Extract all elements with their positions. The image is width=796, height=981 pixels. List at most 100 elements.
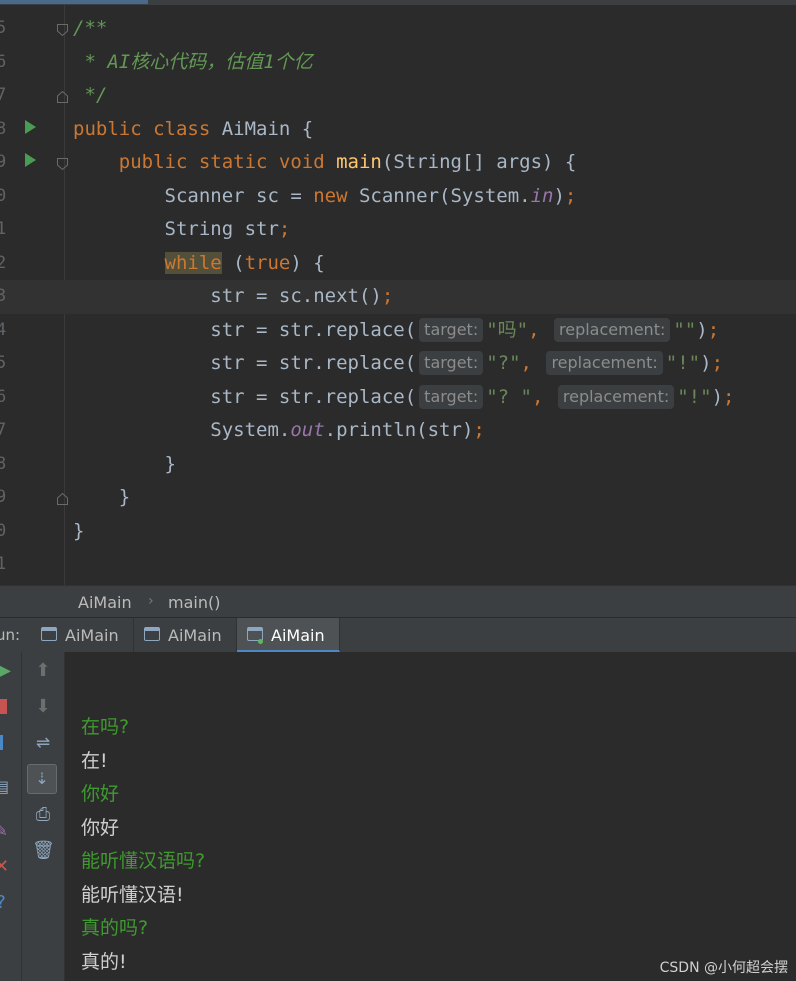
run-gutter-icon[interactable] — [25, 119, 36, 134]
code-text: } — [73, 519, 84, 544]
run-tab-label: AiMain — [271, 626, 325, 645]
code-text: Scanner sc = new Scanner(System.in); — [73, 184, 577, 209]
code-token: /** — [73, 17, 108, 39]
line-number: 5 — [0, 353, 7, 373]
code-line[interactable]: 4 str = str.replace(target: "吗", replacem… — [0, 314, 796, 348]
line-number: 7 — [0, 85, 7, 105]
parameter-hint: target: — [419, 384, 484, 409]
trash-icon[interactable]: 🗑 — [32, 840, 55, 862]
code-line[interactable]: 7 */ — [0, 79, 796, 113]
code-line[interactable]: 2 while (true) { — [0, 247, 796, 281]
code-token: ; — [381, 285, 394, 307]
code-token: } — [73, 519, 85, 542]
code-token: , — [520, 352, 544, 374]
breadcrumb-method[interactable]: main() — [168, 593, 220, 612]
line-number: 6 — [0, 51, 7, 72]
code-token: "?" — [486, 352, 521, 374]
code-line[interactable]: 1 — [0, 548, 796, 582]
code-line[interactable]: 0} — [0, 515, 796, 549]
code-line[interactable]: 1 String str; — [0, 213, 796, 247]
code-line[interactable]: 9 public static void main(String[] args)… — [0, 146, 796, 180]
down-arrow-icon[interactable]: ⬇ — [32, 696, 54, 718]
code-line[interactable]: 5 /** — [0, 12, 796, 46]
soft-wrap-icon[interactable]: ⇌ — [32, 732, 54, 754]
code-line[interactable]: 6 str = str.replace(target: "? ", replace… — [0, 381, 796, 415]
code-token: ) — [553, 184, 565, 207]
line-number: 9 — [0, 487, 7, 507]
code-token: in — [530, 184, 554, 207]
parameter-hint: target: — [419, 317, 484, 342]
code-token: ; — [707, 318, 720, 341]
code-text: public static void main(String[] args) { — [73, 150, 577, 175]
code-token: ( — [221, 251, 245, 274]
line-number: 0 — [0, 185, 7, 206]
code-text: str = str.replace(target: "?", replacemen… — [73, 351, 723, 376]
run-tab-label: AiMain — [65, 626, 119, 645]
run-tab-3-active[interactable]: AiMain — [237, 618, 340, 652]
code-text: str = str.replace(target: "? ", replaceme… — [73, 384, 735, 410]
code-text: } — [73, 452, 176, 477]
line-number: 3 — [0, 286, 7, 306]
line-number: 0 — [0, 520, 7, 541]
code-line[interactable]: 6 * AI核心代码，估值1个亿 — [0, 46, 796, 80]
run-tool-window-header: un: AiMain AiMain AiMain — [0, 617, 796, 653]
run-icon[interactable]: ▶ — [0, 660, 11, 682]
active-editor-tab-indicator — [0, 0, 148, 4]
code-token: ; — [723, 385, 735, 408]
scroll-to-end-icon[interactable]: ⇣ — [27, 764, 57, 794]
code-token: while — [164, 251, 222, 274]
run-actions-toolbar: ▶ ▤ ✎ ✕ ? — [0, 652, 22, 981]
code-token: ; — [473, 419, 485, 441]
run-tab-1[interactable]: AiMain — [31, 618, 134, 652]
close-icon[interactable]: ✕ — [0, 856, 9, 878]
code-token: ) — [700, 352, 712, 374]
up-arrow-icon[interactable]: ⬆ — [32, 660, 54, 682]
running-indicator-icon — [258, 639, 263, 644]
code-token: Scanner(System. — [358, 184, 531, 207]
fold-icon[interactable] — [57, 490, 68, 505]
run-label: un: — [0, 626, 21, 644]
code-line[interactable]: 8 } — [0, 448, 796, 482]
print-icon[interactable]: ⎙ — [32, 804, 54, 826]
code-token: str = str.replace( — [73, 385, 417, 408]
code-line[interactable]: 7 System.out.println(str); — [0, 414, 796, 448]
fold-icon[interactable] — [57, 21, 68, 37]
code-token: out — [290, 419, 325, 441]
code-token: str = str.replace( — [73, 318, 417, 341]
code-token: new — [313, 184, 359, 207]
code-line[interactable]: 5 str = str.replace(target: "?", replacem… — [0, 347, 796, 381]
code-token: ) — [711, 385, 724, 408]
run-gutter-icon[interactable] — [25, 153, 36, 167]
fold-icon[interactable] — [57, 155, 68, 171]
console-input-line: 你好 — [81, 783, 120, 805]
code-token: public static void — [73, 151, 337, 173]
run-tab-2[interactable]: AiMain — [134, 618, 237, 652]
code-text: System.out.println(str); — [73, 418, 485, 443]
code-text: } — [73, 485, 130, 510]
line-number: 1 — [0, 219, 7, 239]
layout-icon[interactable]: ▤ — [0, 776, 9, 798]
breadcrumb-class[interactable]: AiMain — [78, 593, 132, 612]
code-token: str = str.replace( — [73, 352, 417, 374]
settings-icon[interactable]: ✎ — [0, 820, 8, 842]
pause-icon[interactable] — [0, 732, 10, 750]
help-icon[interactable]: ? — [0, 892, 8, 914]
console-input-line: 能听懂汉语吗? — [81, 850, 206, 872]
code-line[interactable]: 9 } — [0, 481, 796, 515]
line-number: 1 — [0, 554, 7, 574]
watermark: CSDN @小何超会摆 — [659, 960, 788, 976]
stop-icon[interactable] — [0, 696, 10, 714]
code-token: public class — [73, 117, 222, 140]
code-token: ; — [711, 352, 724, 374]
code-line[interactable]: 3 str = sc.next(); — [0, 280, 796, 314]
code-line[interactable]: 8 public class AiMain { — [0, 113, 796, 147]
run-console-output[interactable]: 在吗? 在! 你好 你好 能听懂汉语吗? 能听懂汉语! 真的吗? 真的! — [65, 652, 796, 981]
line-number: 4 — [0, 319, 7, 340]
code-token: Scanner sc = — [73, 184, 314, 207]
code-token: */ — [73, 84, 108, 106]
code-line[interactable]: 0 Scanner sc = new Scanner(System.in); — [0, 180, 796, 214]
console-input-line: 在吗? — [81, 716, 130, 738]
fold-icon[interactable] — [57, 88, 68, 103]
code-editor[interactable]: 5/** 6 * AI核心代码，估值1个亿 7 */8 public class Ai… — [0, 5, 796, 585]
